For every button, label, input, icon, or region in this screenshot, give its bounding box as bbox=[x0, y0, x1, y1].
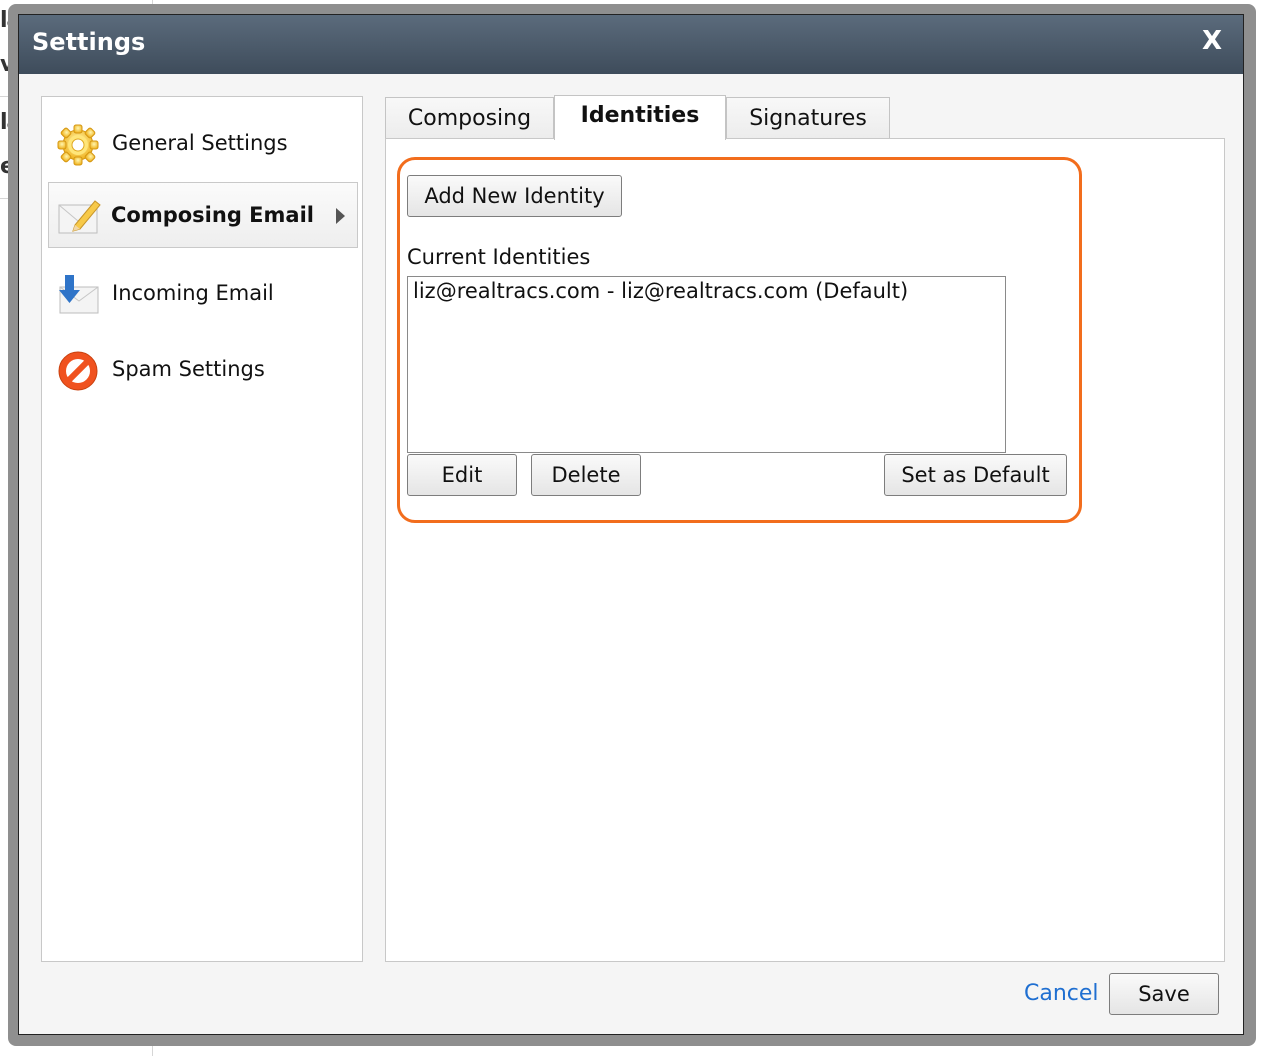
sidebar-item-incoming-email[interactable]: Incoming Email bbox=[48, 261, 358, 327]
settings-sidebar: General Settings Composing Email Incomin… bbox=[41, 96, 363, 962]
prohibited-icon bbox=[58, 351, 98, 391]
envelope-pencil-icon bbox=[58, 200, 101, 234]
settings-dialog: Settings X General Settings Composing Em… bbox=[18, 14, 1244, 1035]
sidebar-item-label: General Settings bbox=[112, 131, 288, 155]
tab-signatures[interactable]: Signatures bbox=[726, 97, 890, 139]
current-identities-label: Current Identities bbox=[407, 245, 591, 269]
edit-button[interactable]: Edit bbox=[407, 454, 517, 496]
envelope-download-icon bbox=[59, 275, 99, 314]
delete-button[interactable]: Delete bbox=[531, 454, 641, 496]
sidebar-item-label: Incoming Email bbox=[112, 281, 274, 305]
chevron-right-icon bbox=[336, 208, 345, 224]
sidebar-item-spam-settings[interactable]: Spam Settings bbox=[48, 337, 358, 403]
sidebar-item-label: Composing Email bbox=[111, 203, 314, 227]
gear-icon bbox=[57, 124, 99, 166]
dialog-title: Settings bbox=[32, 28, 146, 56]
tab-composing[interactable]: Composing bbox=[385, 97, 554, 139]
add-new-identity-button[interactable]: Add New Identity bbox=[407, 175, 622, 217]
tab-identities[interactable]: Identities bbox=[554, 95, 726, 140]
sidebar-item-composing-email[interactable]: Composing Email bbox=[48, 182, 358, 248]
cancel-link[interactable]: Cancel bbox=[1024, 981, 1099, 1006]
save-button[interactable]: Save bbox=[1109, 973, 1219, 1015]
sidebar-item-label: Spam Settings bbox=[112, 357, 265, 381]
set-as-default-button[interactable]: Set as Default bbox=[884, 454, 1067, 496]
sidebar-item-general-settings[interactable]: General Settings bbox=[48, 111, 358, 177]
list-item[interactable]: liz@realtracs.com - liz@realtracs.com (D… bbox=[408, 277, 1005, 305]
dialog-titlebar: Settings X bbox=[19, 15, 1243, 74]
close-button[interactable]: X bbox=[1197, 25, 1227, 57]
identities-listbox[interactable]: liz@realtracs.com - liz@realtracs.com (D… bbox=[407, 276, 1006, 453]
